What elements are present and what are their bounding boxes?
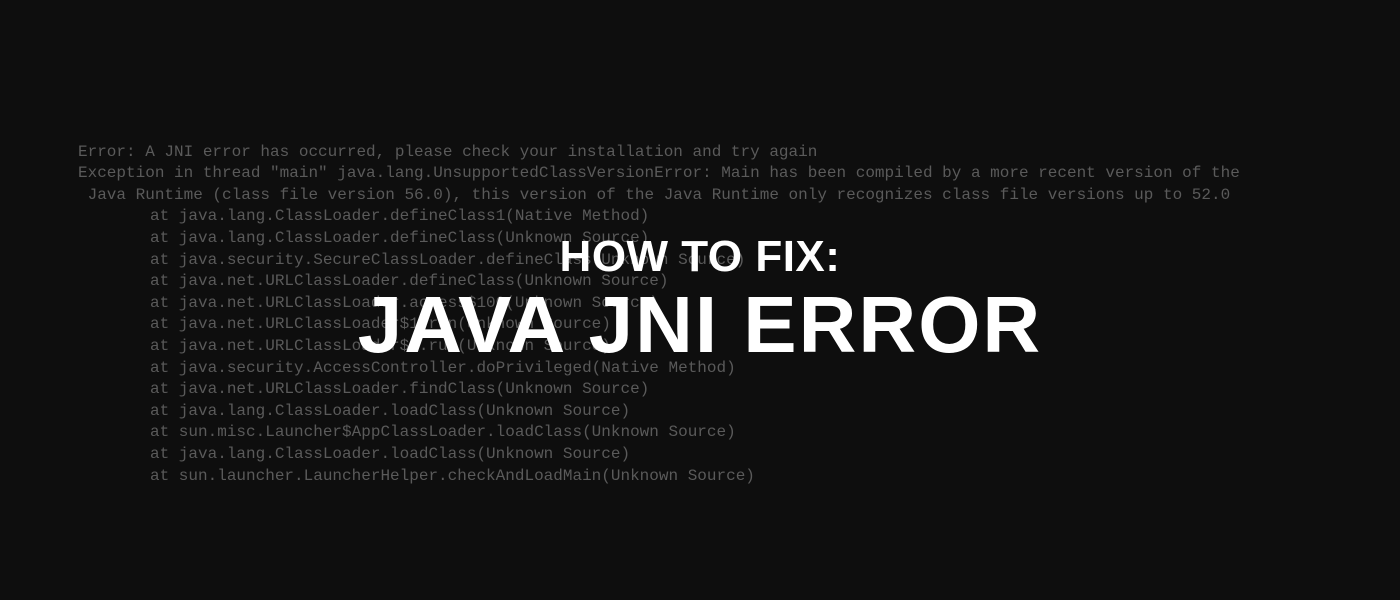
stack-line: at sun.launcher.LauncherHelper.checkAndL… bbox=[78, 466, 1340, 488]
error-line-3: Java Runtime (class file version 56.0), … bbox=[78, 186, 1230, 204]
terminal-output: Error: A JNI error has occurred, please … bbox=[78, 120, 1340, 487]
stack-line: at java.security.SecureClassLoader.defin… bbox=[78, 250, 1340, 272]
stack-line: at java.lang.ClassLoader.defineClass(Unk… bbox=[78, 228, 1340, 250]
stack-line: at sun.misc.Launcher$AppClassLoader.load… bbox=[78, 422, 1340, 444]
stack-line: at java.lang.ClassLoader.loadClass(Unkno… bbox=[78, 401, 1340, 423]
stack-line: at java.net.URLClassLoader.findClass(Unk… bbox=[78, 379, 1340, 401]
stack-line: at java.net.URLClassLoader$1.run(Unknown… bbox=[78, 314, 1340, 336]
stack-line: at java.net.URLClassLoader.access$100(Un… bbox=[78, 293, 1340, 315]
error-line-1: Error: A JNI error has occurred, please … bbox=[78, 143, 817, 161]
stack-line: at java.lang.ClassLoader.loadClass(Unkno… bbox=[78, 444, 1340, 466]
stack-line: at java.net.URLClassLoader$1.run(Unknown… bbox=[78, 336, 1340, 358]
stack-line: at java.security.AccessController.doPriv… bbox=[78, 358, 1340, 380]
stack-line: at java.lang.ClassLoader.defineClass1(Na… bbox=[78, 206, 1340, 228]
stack-line: at java.net.URLClassLoader.defineClass(U… bbox=[78, 271, 1340, 293]
error-line-2: Exception in thread "main" java.lang.Uns… bbox=[78, 164, 1240, 182]
